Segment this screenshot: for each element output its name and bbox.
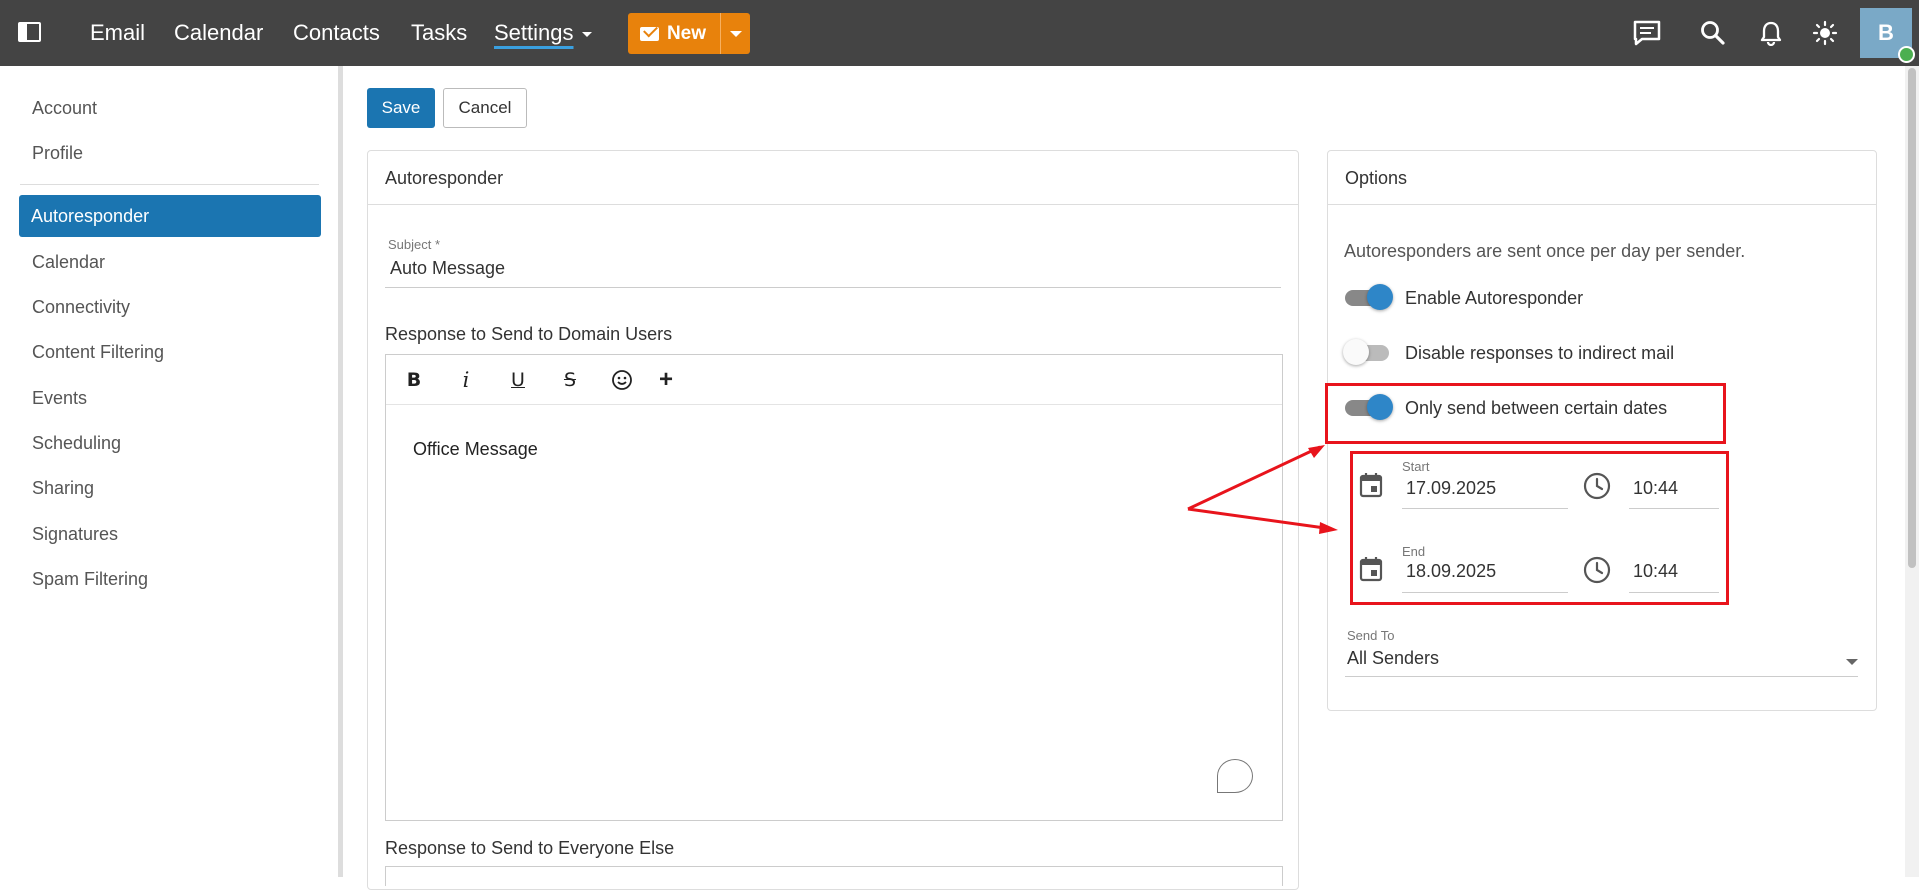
send-to-select[interactable]: All Senders xyxy=(1347,648,1439,669)
sidebar-item-sharing[interactable]: Sharing xyxy=(32,478,94,499)
sidebar-item-calendar[interactable]: Calendar xyxy=(32,252,105,273)
brightness-icon[interactable] xyxy=(1810,18,1840,48)
annotation-box-date-toggle xyxy=(1325,383,1726,444)
chevron-down-icon xyxy=(729,30,742,37)
nav-tasks[interactable]: Tasks xyxy=(411,20,467,46)
new-button-label: New xyxy=(666,22,707,44)
nav-calendar[interactable]: Calendar xyxy=(174,20,263,46)
nav-contacts[interactable]: Contacts xyxy=(293,20,380,46)
bold-button[interactable]: B xyxy=(402,367,426,393)
everyone-response-label: Response to Send to Everyone Else xyxy=(385,838,675,858)
sidebar-separator xyxy=(20,184,319,185)
bell-icon[interactable] xyxy=(1756,18,1786,48)
chevron-down-icon[interactable] xyxy=(1846,659,1858,665)
top-navigation-bar: Email Calendar Contacts Tasks Settings N… xyxy=(0,0,1919,66)
plus-icon[interactable]: + xyxy=(654,366,678,393)
options-info-text: Autoresponders are sent once per day per… xyxy=(1344,241,1746,261)
domain-response-label: Response to Send to Domain Users xyxy=(385,324,673,344)
editor-toolbar: B i U S + xyxy=(386,355,1282,405)
sidebar-item-content-filtering[interactable]: Content Filtering xyxy=(32,342,164,363)
comment-bubble-icon[interactable] xyxy=(1217,759,1253,793)
enable-autoresponder-label: Enable Autoresponder xyxy=(1405,288,1584,308)
search-icon[interactable] xyxy=(1698,18,1728,48)
send-to-label: Send To xyxy=(1347,628,1395,643)
chat-icon[interactable] xyxy=(1632,18,1662,48)
sidebar-divider xyxy=(338,66,343,877)
online-status-dot xyxy=(1898,46,1915,63)
italic-button[interactable]: i xyxy=(454,367,478,393)
nav-settings[interactable]: Settings xyxy=(494,20,574,46)
enable-autoresponder-toggle[interactable] xyxy=(1345,284,1393,310)
annotation-box-date-fields xyxy=(1350,451,1729,605)
emoji-icon[interactable] xyxy=(610,367,634,393)
sidebar-item-scheduling[interactable]: Scheduling xyxy=(32,433,121,454)
scrollbar-thumb[interactable] xyxy=(1908,68,1916,568)
disable-indirect-toggle[interactable] xyxy=(1343,339,1391,365)
cancel-button[interactable]: Cancel xyxy=(443,88,527,128)
new-button[interactable]: New xyxy=(628,13,718,54)
new-dropdown-button[interactable] xyxy=(720,13,750,54)
settings-chevron-down-icon[interactable] xyxy=(582,32,592,37)
settings-sidebar xyxy=(0,66,336,877)
underline-button[interactable]: U xyxy=(506,367,530,393)
strikethrough-button[interactable]: S xyxy=(558,367,582,393)
domain-response-editor[interactable]: B i U S + Office Message xyxy=(385,354,1283,821)
sidebar-item-autoresponder[interactable]: Autoresponder xyxy=(19,195,321,237)
subject-underline xyxy=(385,287,1281,288)
sidebar-item-profile[interactable]: Profile xyxy=(32,143,83,164)
autoresponder-panel-title: Autoresponder xyxy=(368,151,1298,205)
sidebar-item-connectivity[interactable]: Connectivity xyxy=(32,297,130,318)
page-scrollbar[interactable] xyxy=(1905,66,1919,877)
sidebar-toggle-icon[interactable] xyxy=(18,22,41,42)
sidebar-item-spam-filtering[interactable]: Spam Filtering xyxy=(32,569,148,590)
sidebar-item-account[interactable]: Account xyxy=(32,98,97,119)
save-button[interactable]: Save xyxy=(367,88,435,128)
annotation-arrows xyxy=(1187,445,1338,534)
subject-input[interactable]: Auto Message xyxy=(390,258,505,279)
sidebar-item-events[interactable]: Events xyxy=(32,388,87,409)
envelope-icon xyxy=(639,26,659,41)
sidebar-item-signatures[interactable]: Signatures xyxy=(32,524,118,545)
nav-email[interactable]: Email xyxy=(90,20,145,46)
new-button-group: New xyxy=(628,13,750,54)
subject-label: Subject * xyxy=(388,237,441,252)
send-to-underline xyxy=(1345,676,1858,677)
options-panel-title: Options xyxy=(1328,151,1876,205)
domain-response-text[interactable]: Office Message xyxy=(413,439,538,460)
disable-indirect-label: Disable responses to indirect mail xyxy=(1405,343,1675,363)
everyone-response-editor[interactable] xyxy=(385,866,1283,886)
